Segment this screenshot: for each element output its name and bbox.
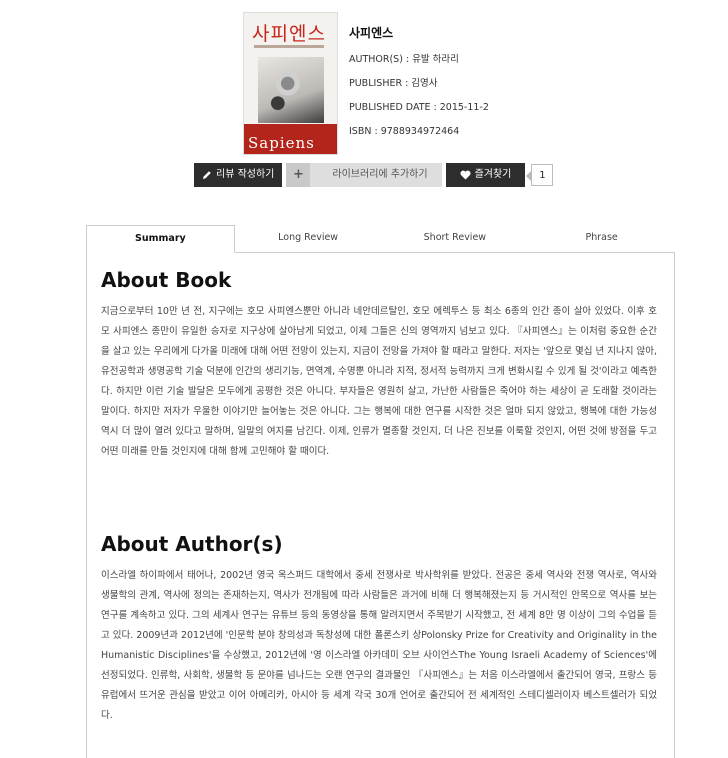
heart-icon: [460, 170, 471, 180]
favorite-label: 즐겨찾기: [474, 169, 512, 180]
book-info: 사피엔스 AUTHOR(S) : 유발 하라리 PUBLISHER : 김영사 …: [349, 24, 489, 149]
tab-long-review[interactable]: Long Review: [234, 225, 382, 253]
tab-summary[interactable]: Summary: [86, 225, 235, 253]
write-review-label: 리뷰 작성하기: [216, 169, 275, 180]
plus-icon: +: [286, 163, 311, 187]
about-author-heading: About Author(s): [101, 532, 283, 556]
cover-subtitle-line: [254, 45, 324, 48]
add-to-library-button[interactable]: + 라이브러리에 추가하기: [286, 163, 442, 187]
cover-title-korean: 사피엔스: [252, 23, 326, 45]
favorite-button[interactable]: 즐겨찾기: [445, 163, 526, 187]
action-bar: 리뷰 작성하기 + 라이브러리에 추가하기 즐겨찾기 1: [194, 163, 554, 187]
book-isbn: ISBN : 9788934972464: [349, 126, 460, 137]
tab-short-review[interactable]: Short Review: [381, 225, 529, 253]
book-published-date: PUBLISHED DATE : 2015-11-2: [349, 102, 489, 113]
about-author-text: 이스라엘 하이파에서 태어나, 2002년 영국 옥스퍼드 대학에서 중세 전쟁…: [101, 570, 657, 721]
write-review-button[interactable]: 리뷰 작성하기: [194, 163, 283, 187]
cover-artwork: [258, 57, 324, 123]
tab-phrase[interactable]: Phrase: [528, 225, 675, 253]
book-cover[interactable]: 사피엔스 Sapiens: [243, 12, 338, 155]
about-book-heading: About Book: [101, 268, 232, 292]
book-title: 사피엔스: [349, 26, 394, 40]
cover-band: Sapiens: [244, 124, 337, 154]
favorite-count: 1: [526, 164, 554, 186]
about-book-text: 지금으로부터 10만 년 전, 지구에는 호모 사피엔스뿐만 아니라 네안데르탈…: [101, 306, 657, 457]
cover-title-english: Sapiens: [248, 134, 315, 152]
book-author: AUTHOR(S) : 유발 하라리: [349, 54, 459, 65]
add-to-library-label: 라이브러리에 추가하기: [332, 169, 428, 180]
pencil-icon: [203, 171, 211, 179]
detail-tabs: Summary Long Review Short Review Phrase: [86, 225, 675, 253]
book-publisher: PUBLISHER : 김영사: [349, 78, 438, 89]
